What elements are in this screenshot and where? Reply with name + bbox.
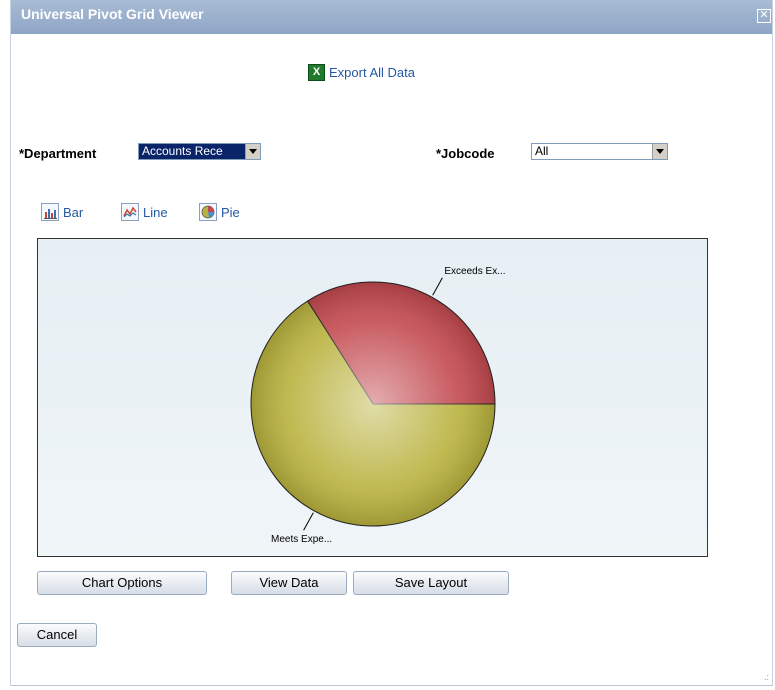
export-label: Export All Data bbox=[329, 65, 415, 80]
pie-slice-label-1: Meets Expe... bbox=[271, 534, 332, 545]
resize-grip-icon[interactable]: .: bbox=[764, 672, 769, 682]
bar-chart-label: Bar bbox=[63, 204, 84, 220]
chart-options-button[interactable]: Chart Options bbox=[37, 571, 207, 595]
line-chart-icon bbox=[121, 203, 139, 221]
pie-leader-line-0 bbox=[432, 277, 443, 296]
pie-slice-label-0: Exceeds Ex... bbox=[444, 266, 505, 277]
pie-chart: Exceeds Ex... Meets Expe... bbox=[250, 266, 506, 545]
pie-chart-link[interactable]: Pie bbox=[199, 203, 240, 221]
chart-area: Exceeds Ex... Meets Expe... bbox=[37, 238, 708, 557]
export-all-data-link[interactable]: X Export All Data bbox=[308, 64, 415, 81]
chevron-down-icon[interactable] bbox=[245, 144, 260, 159]
view-data-button[interactable]: View Data bbox=[231, 571, 347, 595]
jobcode-label: *Jobcode bbox=[436, 146, 495, 161]
title-bar: Universal Pivot Grid Viewer ✕ bbox=[11, 0, 772, 34]
cancel-button[interactable]: Cancel bbox=[17, 623, 97, 647]
jobcode-value: All bbox=[535, 144, 549, 158]
pivot-grid-dialog: Universal Pivot Grid Viewer ✕ X Export A… bbox=[10, 0, 773, 686]
save-layout-button[interactable]: Save Layout bbox=[353, 571, 509, 595]
line-chart-label: Line bbox=[143, 204, 168, 220]
department-label: *Department bbox=[19, 146, 97, 161]
bar-chart-link[interactable]: Bar bbox=[41, 203, 83, 221]
pie-leader-line-1 bbox=[303, 512, 314, 531]
pie-chart-label: Pie bbox=[221, 204, 240, 220]
department-select[interactable]: Accounts Rece bbox=[138, 143, 261, 160]
pie-chart-icon bbox=[199, 203, 217, 221]
excel-icon: X bbox=[308, 64, 325, 81]
department-value: Accounts Rece bbox=[139, 144, 245, 159]
chevron-down-icon[interactable] bbox=[652, 144, 667, 159]
dialog-title: Universal Pivot Grid Viewer bbox=[21, 6, 204, 22]
bar-chart-icon bbox=[41, 203, 59, 221]
line-chart-link[interactable]: Line bbox=[121, 203, 168, 221]
close-icon[interactable]: ✕ bbox=[757, 9, 771, 23]
jobcode-select[interactable]: All bbox=[531, 143, 668, 160]
